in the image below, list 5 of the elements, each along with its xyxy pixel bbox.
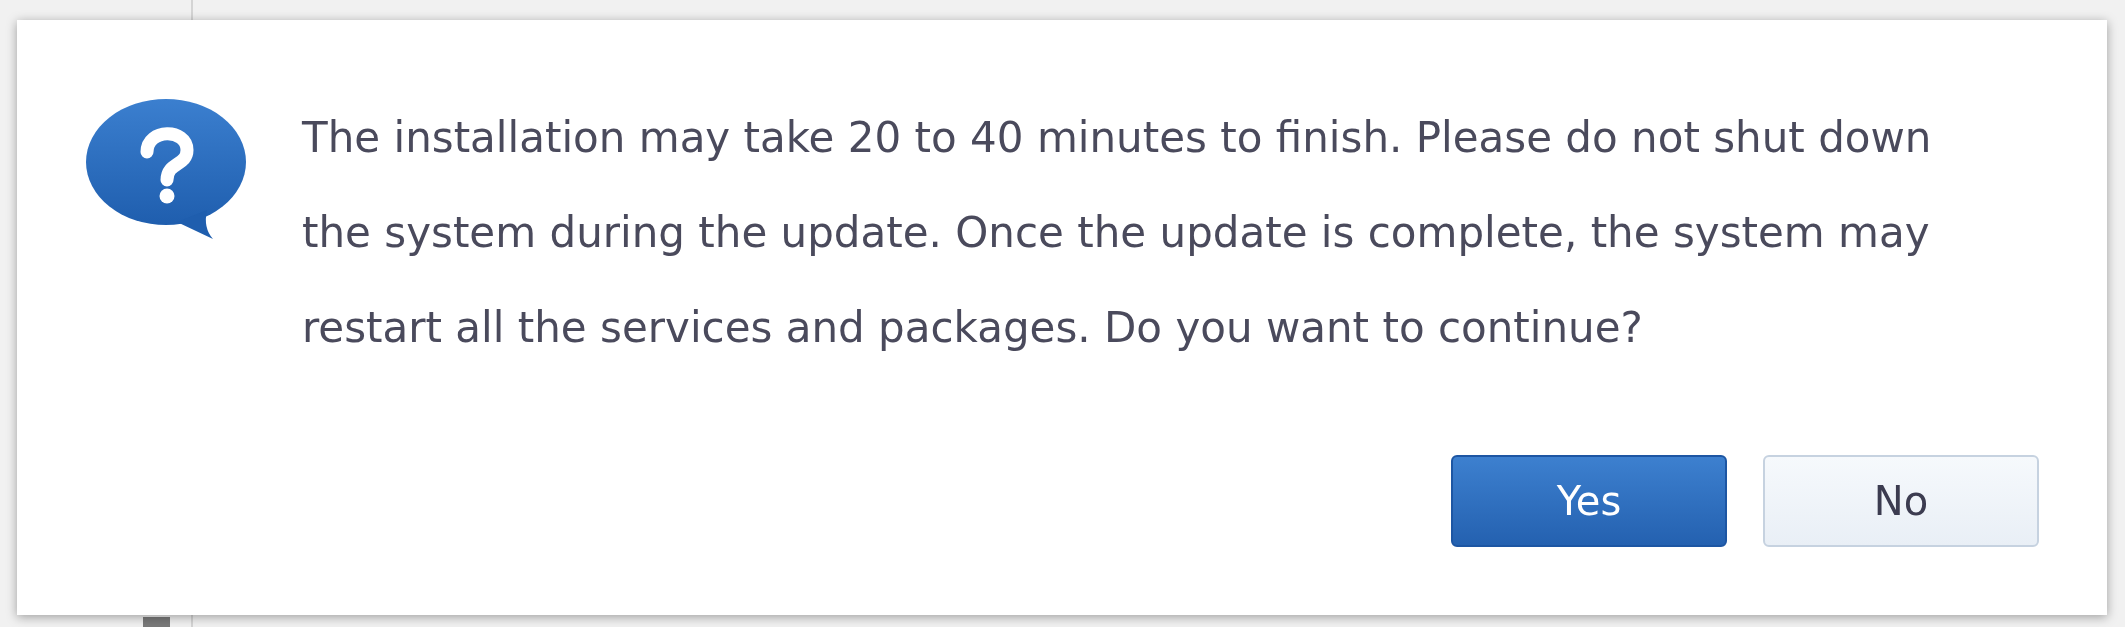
yes-button[interactable]: Yes: [1451, 455, 1727, 547]
no-button[interactable]: No: [1763, 455, 2039, 547]
confirmation-message: The installation may take 20 to 40 minutes to finish. Please do not shut down the system during the update. Once the update is complete, the system may restart all the services and packages. Do you want to continue?: [302, 112, 1933, 354]
question-speech-bubble-icon: [85, 98, 247, 240]
scrollbar-thumb: [143, 617, 170, 627]
